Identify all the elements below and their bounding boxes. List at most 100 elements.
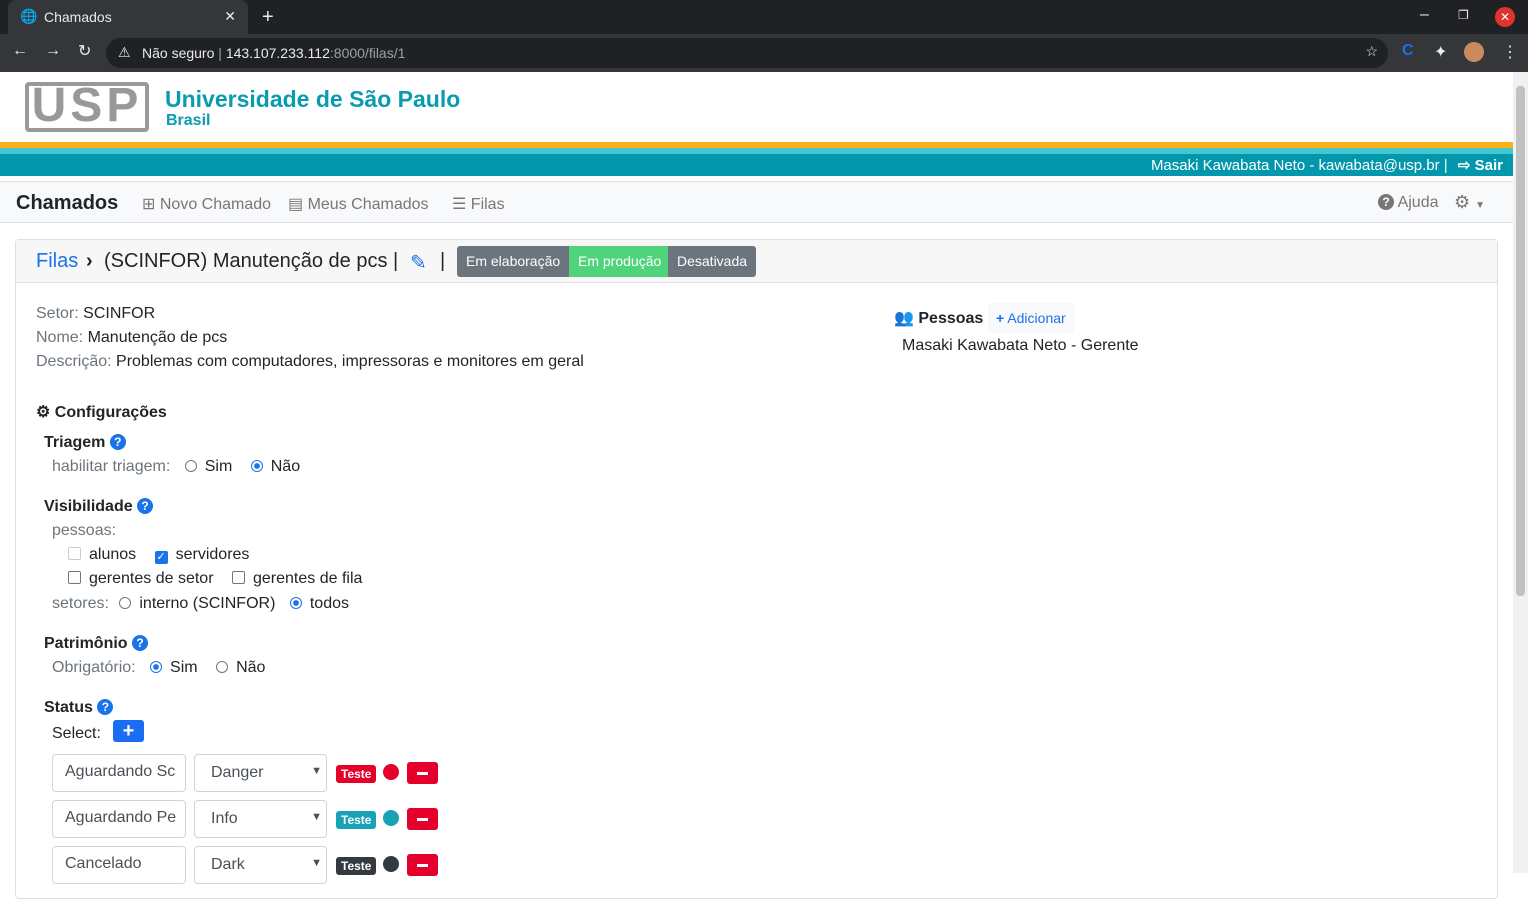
status-name-input[interactable]: Cancelado xyxy=(52,846,186,884)
chevron-down-icon: ▼ xyxy=(311,857,322,869)
help-icon[interactable]: ? xyxy=(109,434,126,450)
extension-icon[interactable]: C xyxy=(1402,42,1414,60)
reload-icon[interactable]: ↻ xyxy=(78,41,91,61)
status-color-select[interactable]: Dark ▼ xyxy=(194,846,327,884)
status-name-input[interactable]: Aguardando Sc xyxy=(52,754,186,792)
separator: | xyxy=(440,250,446,272)
state-em-producao-button[interactable]: Em produção xyxy=(569,246,671,277)
status-name-input[interactable]: Aguardando Pe xyxy=(52,800,186,838)
caret-down-icon: ▼ xyxy=(1475,200,1486,211)
address-bar-row: ← → ↻ ⚠ Não seguro | 143.107.233.112:800… xyxy=(0,34,1528,72)
scrollbar-thumb[interactable] xyxy=(1516,86,1525,596)
browser-tab[interactable]: 🌐 Chamados ✕ xyxy=(8,0,248,34)
edit-icon[interactable]: ✎ xyxy=(410,250,427,275)
option-label: todos xyxy=(309,595,349,612)
university-name: Universidade de São Paulo xyxy=(165,86,461,112)
user-info: Masaki Kawabata Neto - kawabata@usp.br | xyxy=(1150,157,1448,174)
cogs-icon: ⚙ xyxy=(36,404,51,421)
tasks-icon: ☰ xyxy=(452,196,467,213)
select-value: Info xyxy=(211,810,238,827)
minimize-icon[interactable]: – xyxy=(1420,6,1429,24)
gerentes-fila-checkbox[interactable]: gerentes de fila xyxy=(231,570,362,587)
pessoas-heading: 👥 Pessoas xyxy=(894,308,983,328)
descricao-label: Descrição: xyxy=(36,353,112,370)
restore-icon[interactable]: ❐ xyxy=(1458,8,1469,22)
close-tab-icon[interactable]: ✕ xyxy=(224,8,236,25)
nav-ajuda[interactable]: ? Ajuda xyxy=(1378,194,1438,212)
help-icon[interactable]: ? xyxy=(97,699,114,715)
avatar[interactable] xyxy=(1464,42,1484,62)
option-label: Sim xyxy=(170,659,198,676)
chevron-down-icon: ▼ xyxy=(311,765,322,777)
check-label: alunos xyxy=(89,546,137,563)
triagem-sim-radio[interactable]: Sim xyxy=(184,458,233,475)
gerentes-setor-checkbox[interactable]: gerentes de setor xyxy=(68,570,214,587)
new-tab-icon[interactable]: + xyxy=(262,6,274,29)
star-icon[interactable]: ☆ xyxy=(1365,43,1378,60)
list-alt-icon: ▤ xyxy=(288,196,304,213)
navbar-brand[interactable]: Chamados xyxy=(16,192,118,215)
option-label: interno (SCINFOR) xyxy=(139,595,276,612)
add-status-button[interactable]: + xyxy=(113,720,144,742)
add-label: Adicionar xyxy=(1007,310,1066,326)
forward-icon[interactable]: → xyxy=(45,42,61,60)
select-value: Danger xyxy=(211,764,264,781)
alunos-checkbox[interactable]: alunos xyxy=(68,546,136,563)
remove-status-button[interactable] xyxy=(407,808,438,830)
setor-interno-radio[interactable]: interno (SCINFOR) xyxy=(119,595,275,612)
descricao-row: Descrição: Problemas com computadores, i… xyxy=(36,353,584,371)
menu-icon[interactable]: ⋮ xyxy=(1502,42,1518,62)
scrollbar[interactable] xyxy=(1513,72,1528,873)
logout-link[interactable]: ⇨ Sair xyxy=(1458,157,1503,174)
visibilidade-title: Visibilidade xyxy=(44,498,133,515)
patrimonio-nao-radio[interactable]: Não xyxy=(216,659,265,676)
browser-tab-bar: 🌐 Chamados ✕ + – ❐ ✕ xyxy=(0,0,1528,34)
patrimonio-sim-radio[interactable]: Sim xyxy=(150,659,198,676)
user-bar: Masaki Kawabata Neto - kawabata@usp.br |… xyxy=(0,154,1513,176)
url-input[interactable]: ⚠ Não seguro | 143.107.233.112:8000/fila… xyxy=(106,38,1388,68)
status-preview-badge: Teste xyxy=(336,811,377,829)
question-icon: ? xyxy=(1378,194,1394,210)
site-header: USP Universidade de São Paulo Brasil xyxy=(0,72,1513,142)
back-icon[interactable]: ← xyxy=(12,42,28,60)
setor-todos-radio[interactable]: todos xyxy=(289,595,349,612)
select-value: Dark xyxy=(211,856,245,873)
status-color-dot xyxy=(383,764,399,780)
status-heading: Status ? xyxy=(44,699,114,717)
nome-row: Nome: Manutenção de pcs xyxy=(36,329,227,347)
status-color-select[interactable]: Danger ▼ xyxy=(194,754,327,792)
navbar: Chamados ⊞ Novo Chamado ▤ Meus Chamados … xyxy=(0,181,1513,223)
nav-filas[interactable]: ☰ Filas xyxy=(452,194,505,214)
chevron-right-icon: › xyxy=(86,250,93,272)
security-label[interactable]: Não seguro xyxy=(142,45,214,61)
add-pessoa-button[interactable]: + Adicionar xyxy=(988,303,1074,333)
logout-label: Sair xyxy=(1474,157,1503,174)
state-desativada-button[interactable]: Desativada xyxy=(668,246,757,277)
option-label: Não xyxy=(270,458,301,475)
settings-dropdown[interactable]: ⚙ ▼ xyxy=(1454,192,1485,213)
triagem-nao-radio[interactable]: Não xyxy=(250,458,301,475)
option-label: Não xyxy=(236,659,266,676)
servidores-checkbox[interactable]: ✓ servidores xyxy=(154,546,249,564)
card-header: Filas › (SCINFOR) Manutenção de pcs | ✎ … xyxy=(16,240,1497,283)
option-label: Sim xyxy=(204,458,233,475)
breadcrumb-filas[interactable]: Filas xyxy=(36,250,78,273)
usp-logo: USP xyxy=(25,82,149,132)
visibilidade-heading: Visibilidade ? xyxy=(44,498,154,516)
nav-meus-chamados[interactable]: ▤ Meus Chamados xyxy=(288,194,429,214)
remove-status-button[interactable] xyxy=(407,762,438,784)
status-color-select[interactable]: Info ▼ xyxy=(194,800,327,838)
help-icon[interactable]: ? xyxy=(137,498,154,514)
nav-label: Filas xyxy=(470,196,505,213)
close-window-icon[interactable]: ✕ xyxy=(1495,7,1515,27)
help-icon[interactable]: ? xyxy=(132,635,149,651)
sign-out-icon: ⇨ xyxy=(1457,157,1471,174)
puzzle-icon[interactable]: ✦ xyxy=(1434,42,1447,62)
status-color-dot xyxy=(383,856,399,872)
plus-square-icon: ⊞ xyxy=(142,196,156,213)
url-path: :8000/filas/1 xyxy=(329,45,406,61)
patrimonio-row: Obrigatório: Sim Não xyxy=(52,659,265,677)
url-host: 143.107.233.112 xyxy=(225,45,330,61)
nav-novo-chamado[interactable]: ⊞ Novo Chamado xyxy=(142,194,271,214)
state-em-elaboracao-button[interactable]: Em elaboração xyxy=(457,246,570,277)
